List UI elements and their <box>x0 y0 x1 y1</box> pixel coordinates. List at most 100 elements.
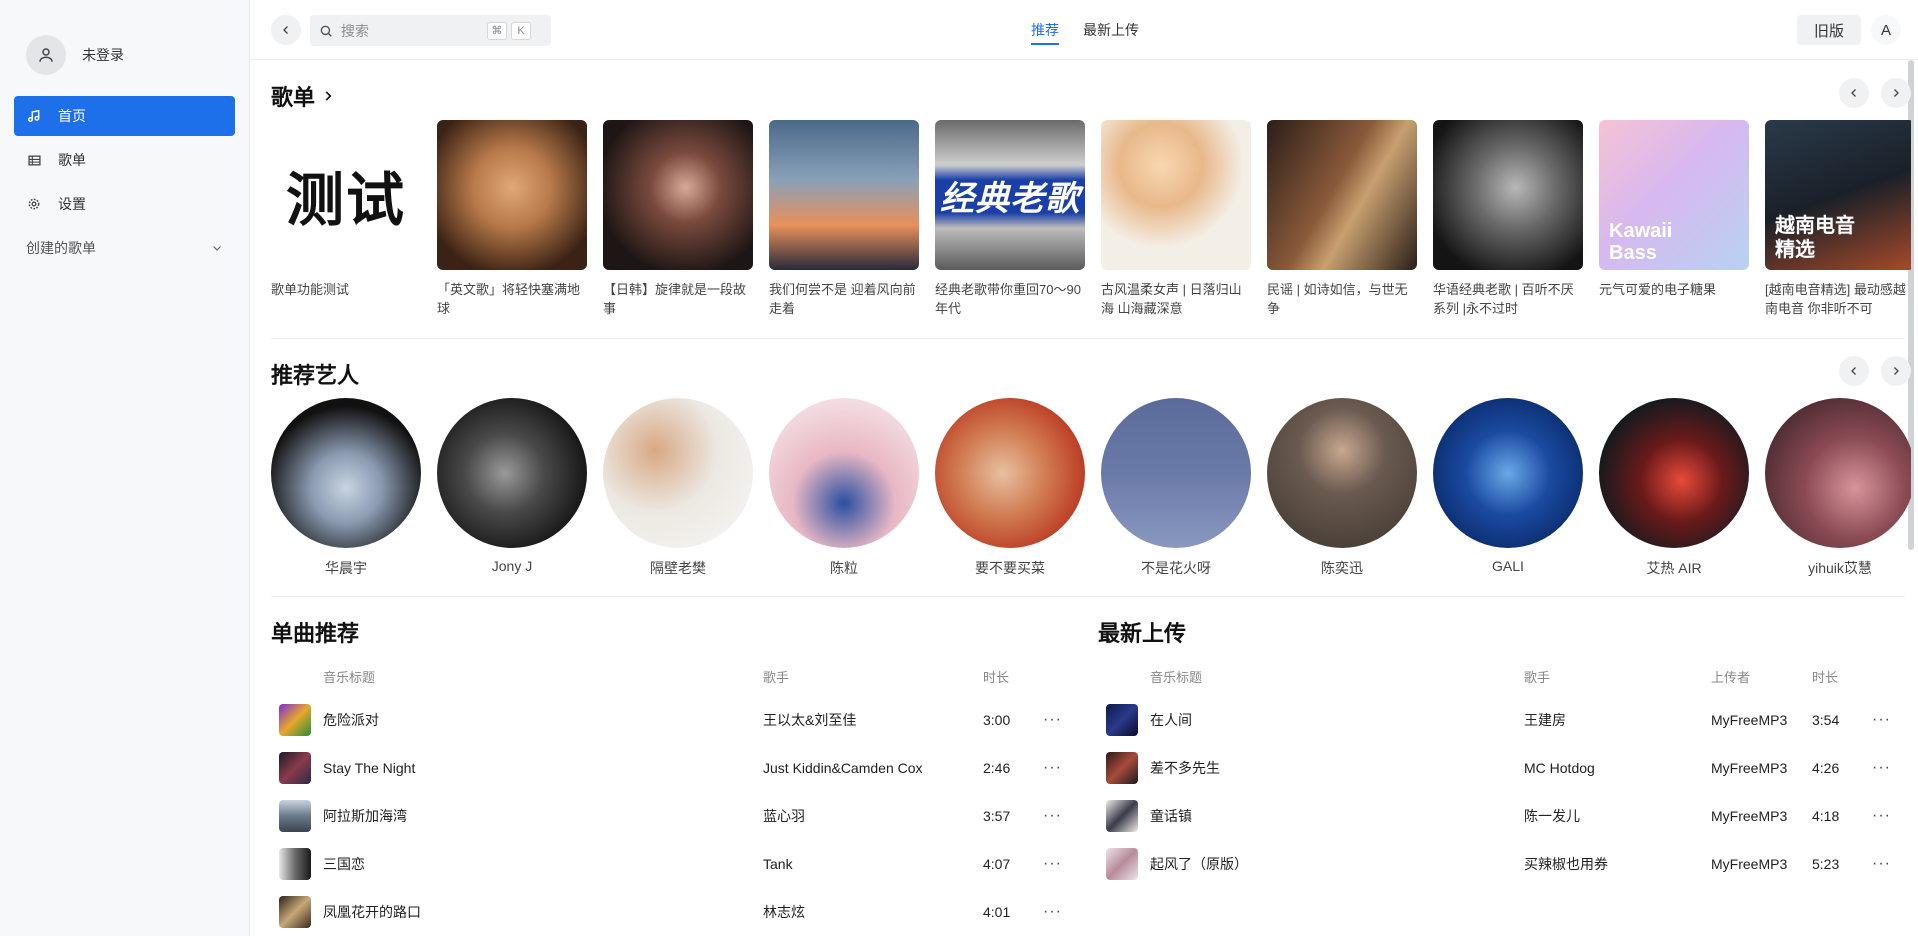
artist-card[interactable]: 陈粒 <box>769 398 919 578</box>
artist-card[interactable]: 隔壁老樊 <box>603 398 753 578</box>
more-icon[interactable]: ··· <box>1043 855 1062 873</box>
artist-photo[interactable] <box>935 398 1085 548</box>
song-row[interactable]: 阿拉斯加海湾 蓝心羽 3:57 ··· <box>271 792 1071 840</box>
tab-latest-uploads[interactable]: 最新上传 <box>1083 0 1139 60</box>
playlist-card[interactable]: 「英文歌」将轻快塞满地球 <box>437 120 587 318</box>
playlist-title[interactable]: 华语经典老歌 | 百听不厌系列 |永不过时 <box>1433 280 1583 318</box>
playlist-card[interactable]: 华语经典老歌 | 百听不厌系列 |永不过时 <box>1433 120 1583 318</box>
user-avatar[interactable] <box>26 35 66 75</box>
artist-card[interactable]: 要不要买菜 <box>935 398 1085 578</box>
artist-photo[interactable] <box>271 398 421 548</box>
playlist-cover[interactable]: 经典老歌 <box>935 120 1085 270</box>
playlist-card[interactable]: Kawaii Bass 元气可爱的电子糖果 <box>1599 120 1749 318</box>
artist-name[interactable]: 华晨宇 <box>271 558 421 578</box>
playlist-title[interactable]: 元气可爱的电子糖果 <box>1599 280 1749 318</box>
more-icon[interactable]: ··· <box>1043 903 1062 921</box>
song-title[interactable]: 童话镇 <box>1150 806 1524 826</box>
playlist-title[interactable]: 我们何尝不是 迎着风向前走着 <box>769 280 919 318</box>
more-icon[interactable]: ··· <box>1872 807 1891 825</box>
created-playlists-toggle[interactable]: 创建的歌单 <box>14 228 235 268</box>
playlist-cover[interactable] <box>769 120 919 270</box>
playlist-cover[interactable] <box>1267 120 1417 270</box>
playlist-title[interactable]: 古风温柔女声 | 日落归山海 山海藏深意 <box>1101 280 1251 318</box>
playlist-title[interactable]: 【日韩】旋律就是一段故事 <box>603 280 753 318</box>
song-title[interactable]: 危险派对 <box>323 710 763 730</box>
playlist-cover[interactable]: 测试 <box>271 120 421 270</box>
more-icon[interactable]: ··· <box>1872 711 1891 729</box>
artist-name[interactable]: yihuik苡慧 <box>1765 558 1911 578</box>
next-button[interactable] <box>1881 356 1911 386</box>
back-button[interactable] <box>271 15 301 45</box>
song-row[interactable]: 凤凰花开的路口 林志炫 4:01 ··· <box>271 888 1071 936</box>
playlist-card[interactable]: 经典老歌 经典老歌带你重回70～90年代 <box>935 120 1085 318</box>
playlist-cover[interactable] <box>603 120 753 270</box>
artist-name[interactable]: 陈奕迅 <box>1267 558 1417 578</box>
song-title[interactable]: 起风了（原版） <box>1150 854 1524 874</box>
artist-name[interactable]: 要不要买菜 <box>935 558 1085 578</box>
song-row[interactable]: 童话镇 陈一发儿 MyFreeMP3 4:18 ··· <box>1098 792 1908 840</box>
song-row[interactable]: 差不多先生 MC Hotdog MyFreeMP3 4:26 ··· <box>1098 744 1908 792</box>
song-row[interactable]: 三国恋 Tank 4:07 ··· <box>271 840 1071 888</box>
playlist-title[interactable]: 民谣 | 如诗如信，与世无争 <box>1267 280 1417 318</box>
artist-name[interactable]: 不是花火呀 <box>1101 558 1251 578</box>
more-icon[interactable]: ··· <box>1872 855 1891 873</box>
artist-photo[interactable] <box>437 398 587 548</box>
playlist-cover[interactable] <box>1433 120 1583 270</box>
song-artist[interactable]: Just Kiddin&Camden Cox <box>763 760 983 776</box>
artist-photo[interactable] <box>1267 398 1417 548</box>
artist-photo[interactable] <box>1765 398 1911 548</box>
artist-name[interactable]: 隔壁老樊 <box>603 558 753 578</box>
artist-name[interactable]: Jony J <box>437 558 587 574</box>
artist-photo[interactable] <box>603 398 753 548</box>
playlist-cover[interactable]: 越南电音精选 <box>1765 120 1911 270</box>
artist-photo[interactable] <box>769 398 919 548</box>
song-title[interactable]: 凤凰花开的路口 <box>323 902 763 922</box>
song-title[interactable]: Stay The Night <box>323 760 763 776</box>
song-artist[interactable]: MC Hotdog <box>1524 760 1711 776</box>
playlist-cover[interactable] <box>437 120 587 270</box>
artist-photo[interactable] <box>1433 398 1583 548</box>
song-artist[interactable]: 王建房 <box>1524 710 1711 730</box>
song-artist[interactable]: 林志炫 <box>763 902 983 922</box>
artist-name[interactable]: 陈粒 <box>769 558 919 578</box>
artist-card[interactable]: GALI <box>1433 398 1583 578</box>
artist-name[interactable]: 艾热 AIR <box>1599 558 1749 578</box>
song-row[interactable]: 在人间 王建房 MyFreeMP3 3:54 ··· <box>1098 696 1908 744</box>
playlist-title[interactable]: 「英文歌」将轻快塞满地球 <box>437 280 587 318</box>
artist-card[interactable]: 陈奕迅 <box>1267 398 1417 578</box>
song-artist[interactable]: 买辣椒也用券 <box>1524 854 1711 874</box>
song-title[interactable]: 在人间 <box>1150 710 1524 730</box>
song-title[interactable]: 阿拉斯加海湾 <box>323 806 763 826</box>
language-button[interactable]: A <box>1871 15 1901 45</box>
song-artist[interactable]: Tank <box>763 856 983 872</box>
next-button[interactable] <box>1881 78 1911 108</box>
more-icon[interactable]: ··· <box>1043 807 1062 825</box>
artist-photo[interactable] <box>1599 398 1749 548</box>
song-title[interactable]: 三国恋 <box>323 854 763 874</box>
playlist-card[interactable]: 民谣 | 如诗如信，与世无争 <box>1267 120 1417 318</box>
more-icon[interactable]: ··· <box>1043 759 1062 777</box>
artist-card[interactable]: 华晨宇 <box>271 398 421 578</box>
user-name[interactable]: 未登录 <box>82 45 124 65</box>
more-icon[interactable]: ··· <box>1872 759 1891 777</box>
song-row[interactable]: 危险派对 王以太&刘至佳 3:00 ··· <box>271 696 1071 744</box>
playlist-title[interactable]: 歌单功能测试 <box>271 280 421 318</box>
sidebar-item-playlists[interactable]: 歌单 <box>14 140 235 180</box>
prev-button[interactable] <box>1839 78 1869 108</box>
search-box[interactable]: ⌘ K <box>310 15 551 46</box>
old-version-button[interactable]: 旧版 <box>1797 15 1861 45</box>
sidebar-item-home[interactable]: 首页 <box>14 96 235 136</box>
playlist-card[interactable]: 越南电音精选 [越南电音精选] 最动感越南电音 你非听不可 <box>1765 120 1911 318</box>
song-artist[interactable]: 王以太&刘至佳 <box>763 710 983 730</box>
song-artist[interactable]: 蓝心羽 <box>763 806 983 826</box>
artist-card[interactable]: 艾热 AIR <box>1599 398 1749 578</box>
search-input[interactable] <box>341 22 481 39</box>
tab-recommend[interactable]: 推荐 <box>1031 0 1059 60</box>
song-row[interactable]: Stay The Night Just Kiddin&Camden Cox 2:… <box>271 744 1071 792</box>
artist-card[interactable]: yihuik苡慧 <box>1765 398 1911 578</box>
playlist-card[interactable]: 古风温柔女声 | 日落归山海 山海藏深意 <box>1101 120 1251 318</box>
prev-button[interactable] <box>1839 356 1869 386</box>
song-artist[interactable]: 陈一发儿 <box>1524 806 1711 826</box>
playlist-title[interactable]: 经典老歌带你重回70～90年代 <box>935 280 1085 318</box>
song-row[interactable]: 起风了（原版） 买辣椒也用券 MyFreeMP3 5:23 ··· <box>1098 840 1908 888</box>
